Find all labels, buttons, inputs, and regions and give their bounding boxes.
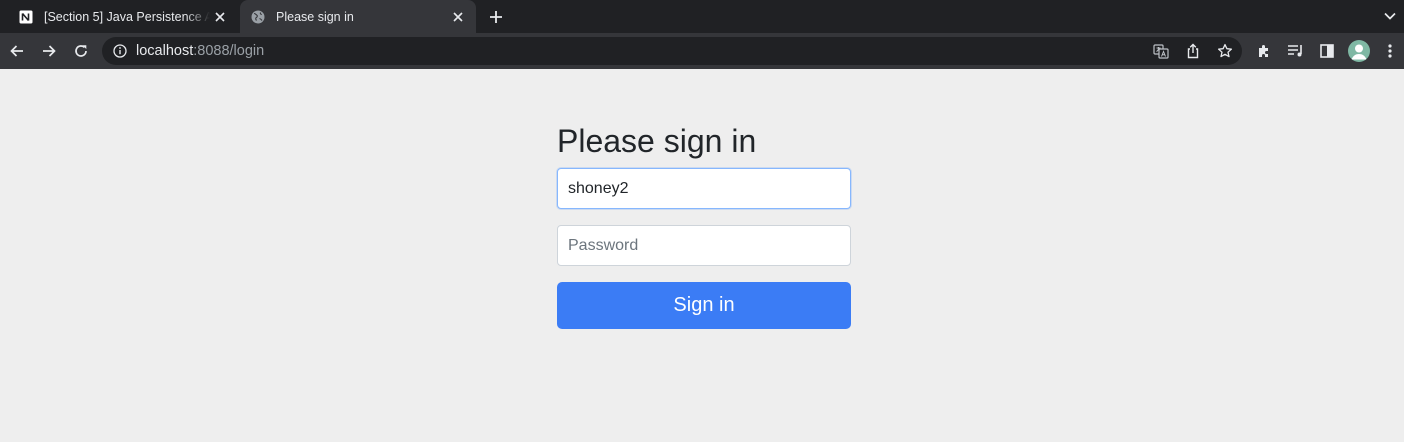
notion-icon	[18, 9, 34, 25]
back-icon[interactable]	[4, 38, 30, 64]
tab-search-icon[interactable]	[1380, 6, 1400, 26]
close-tab-icon[interactable]	[448, 7, 468, 27]
page-content: Please sign in Sign in	[0, 69, 1404, 442]
forward-icon[interactable]	[36, 38, 62, 64]
reading-list-icon[interactable]	[1286, 41, 1306, 61]
tab-title: Please sign in	[276, 9, 354, 24]
translate-icon[interactable]	[1152, 42, 1170, 60]
address-bar[interactable]: localhost:8088/login	[102, 37, 1242, 65]
password-input[interactable]	[557, 225, 851, 266]
url-path: :8088/login	[193, 43, 265, 59]
signin-form: Please sign in Sign in	[557, 119, 851, 329]
page-title: Please sign in	[557, 123, 757, 159]
reload-icon[interactable]	[68, 38, 94, 64]
username-input[interactable]	[557, 168, 851, 209]
tab-please-sign-in[interactable]: Please sign in	[240, 0, 476, 33]
tab-title: [Section 5] Java Persistence API	[44, 9, 210, 24]
bookmark-star-icon[interactable]	[1216, 42, 1234, 60]
menu-icon[interactable]	[1380, 41, 1400, 61]
side-panel-icon[interactable]	[1317, 41, 1337, 61]
share-icon[interactable]	[1184, 42, 1202, 60]
extensions-icon[interactable]	[1254, 41, 1274, 61]
globe-icon	[250, 9, 266, 25]
tab-strip: [Section 5] Java Persistence API Please …	[0, 0, 1404, 33]
tab-section5[interactable]: [Section 5] Java Persistence API	[8, 0, 238, 33]
close-tab-icon[interactable]	[210, 7, 230, 27]
url-host: localhost	[136, 43, 194, 59]
site-info-icon[interactable]	[112, 43, 128, 59]
url-text: localhost:8088/login	[136, 43, 264, 59]
profile-avatar[interactable]	[1348, 40, 1370, 62]
sign-in-button[interactable]: Sign in	[557, 282, 851, 329]
browser-toolbar: localhost:8088/login	[0, 33, 1404, 69]
new-tab-icon[interactable]	[485, 6, 507, 28]
